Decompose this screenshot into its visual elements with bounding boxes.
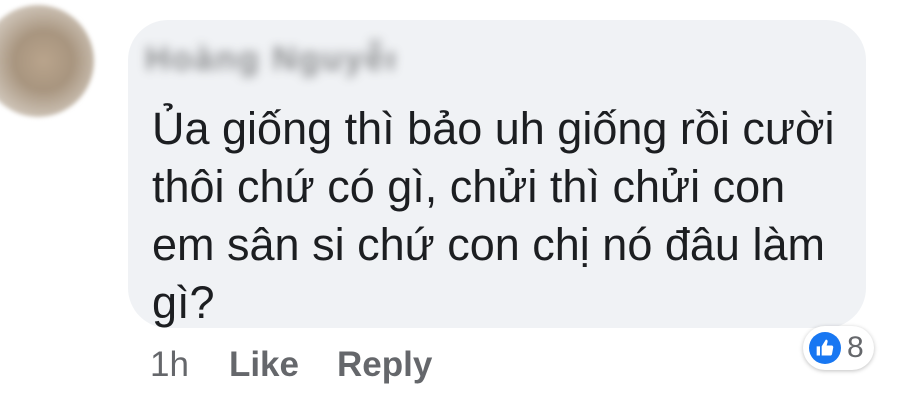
comment-author-name[interactable]: Hoàng Nguyễn: [145, 40, 395, 82]
comment-actions: 1h Like Reply: [150, 340, 470, 390]
like-button[interactable]: Like: [229, 345, 299, 385]
reply-button[interactable]: Reply: [337, 345, 432, 385]
comment-screen: Hoàng Nguyễn Ủa giống thì bảo uh giống r…: [0, 0, 900, 407]
avatar[interactable]: [0, 5, 94, 117]
reaction-count: 8: [847, 331, 864, 364]
like-icon: [809, 332, 841, 364]
comment-timestamp[interactable]: 1h: [150, 345, 189, 385]
reaction-summary[interactable]: 8: [803, 326, 874, 370]
comment-text: Ủa giống thì bảo uh giống rồi cười thôi …: [152, 103, 835, 328]
